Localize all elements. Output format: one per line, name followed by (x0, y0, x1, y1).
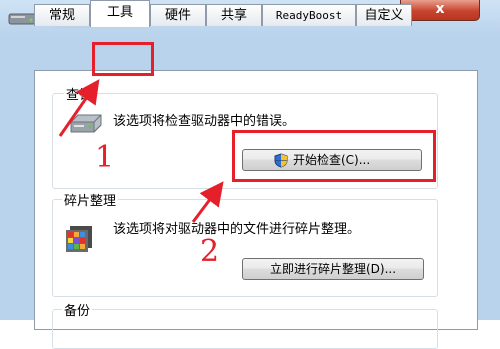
step-number-2: 2 (200, 234, 220, 269)
annotation-arrows (58, 79, 224, 223)
arrow-2 (191, 181, 224, 223)
step-number-1: 1 (95, 140, 115, 175)
tab-tools[interactable]: 工具 (90, 0, 150, 27)
properties-window: 属性 x 常规 工具 硬件 共享 ReadyBoost 自定义 查错 该选项将检… (0, 0, 500, 349)
arrow-1 (58, 79, 100, 137)
